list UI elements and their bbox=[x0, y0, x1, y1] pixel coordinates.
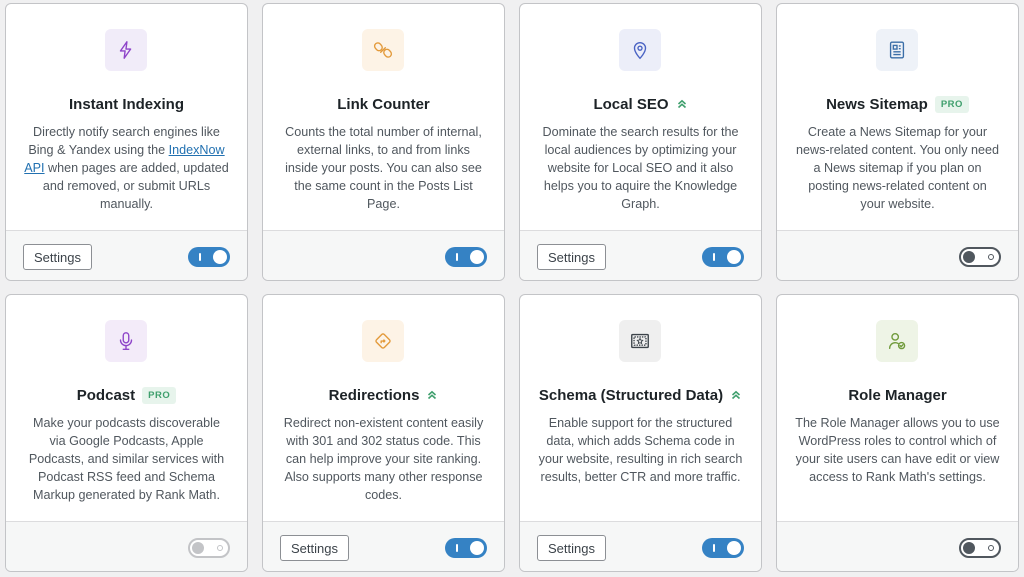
module-footer: Settings bbox=[520, 521, 761, 571]
module-title: Local SEO bbox=[593, 95, 669, 113]
certificate-icon bbox=[619, 320, 661, 362]
microphone-icon bbox=[105, 320, 147, 362]
module-title: Podcast bbox=[76, 386, 136, 404]
module-toggle[interactable] bbox=[702, 247, 744, 267]
settings-button[interactable]: Settings bbox=[537, 244, 606, 270]
pro-badge: PRO bbox=[142, 386, 177, 404]
module-toggle[interactable] bbox=[188, 538, 230, 558]
chevron-up-icon bbox=[428, 390, 437, 400]
module-description: Enable support for the structured data, … bbox=[538, 416, 743, 484]
module-footer: Settings bbox=[520, 230, 761, 280]
module-description: Dominate the search results for the loca… bbox=[542, 125, 739, 211]
module-title: News Sitemap bbox=[826, 95, 928, 113]
module-toggle[interactable] bbox=[959, 538, 1001, 558]
module-footer bbox=[777, 230, 1018, 280]
module-toggle[interactable] bbox=[445, 538, 487, 558]
module-card-redirections: Redirections Redirect non-existent conte… bbox=[262, 294, 505, 572]
link-icon bbox=[362, 29, 404, 71]
user-check-icon bbox=[876, 320, 918, 362]
module-footer: Settings bbox=[263, 521, 504, 571]
module-card-news-sitemap: News Sitemap PRO Create a News Sitemap f… bbox=[776, 3, 1019, 281]
module-description: Redirect non-existent content easily wit… bbox=[283, 416, 484, 502]
module-title: Instant Indexing bbox=[68, 95, 184, 113]
module-card-role-manager: Role Manager The Role Manager allows you… bbox=[776, 294, 1019, 572]
redirect-sign-icon bbox=[362, 320, 404, 362]
lightning-icon bbox=[105, 29, 147, 71]
module-footer bbox=[263, 230, 504, 280]
module-footer bbox=[6, 521, 247, 571]
module-title: Link Counter bbox=[337, 95, 430, 113]
module-card-schema: Schema (Structured Data) Enable support … bbox=[519, 294, 762, 572]
map-pin-icon bbox=[619, 29, 661, 71]
module-card-link-counter: Link Counter Counts the total number of … bbox=[262, 3, 505, 281]
module-toggle[interactable] bbox=[702, 538, 744, 558]
module-title: Schema (Structured Data) bbox=[538, 386, 724, 404]
module-description: Make your podcasts discoverable via Goog… bbox=[28, 416, 225, 502]
module-description: The Role Manager allows you to use WordP… bbox=[795, 416, 1000, 484]
module-description: Create a News Sitemap for your news-rela… bbox=[795, 125, 1000, 211]
module-title: Role Manager bbox=[848, 386, 947, 404]
module-description: Directly notify search engines like Bing… bbox=[24, 125, 229, 211]
module-footer bbox=[777, 521, 1018, 571]
module-toggle[interactable] bbox=[959, 247, 1001, 267]
settings-button[interactable]: Settings bbox=[537, 535, 606, 561]
settings-button[interactable]: Settings bbox=[280, 535, 349, 561]
module-title: Redirections bbox=[328, 386, 420, 404]
module-card-podcast: Podcast PRO Make your podcasts discovera… bbox=[5, 294, 248, 572]
module-description: Counts the total number of internal, ext… bbox=[285, 125, 482, 211]
module-card-instant-indexing: Instant Indexing Directly notify search … bbox=[5, 3, 248, 281]
module-toggle[interactable] bbox=[188, 247, 230, 267]
module-toggle[interactable] bbox=[445, 247, 487, 267]
module-card-local-seo: Local SEO Dominate the search results fo… bbox=[519, 3, 762, 281]
chevron-up-icon bbox=[677, 99, 686, 109]
settings-button[interactable]: Settings bbox=[23, 244, 92, 270]
newspaper-icon bbox=[876, 29, 918, 71]
chevron-up-icon bbox=[732, 390, 741, 400]
pro-badge: PRO bbox=[934, 95, 969, 113]
module-footer: Settings bbox=[6, 230, 247, 280]
